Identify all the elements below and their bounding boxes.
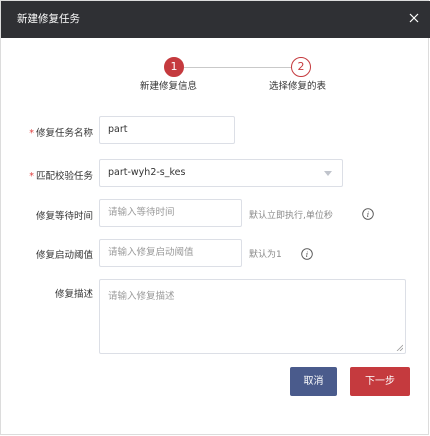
check-task-label: * 匹配校验任务 (29, 171, 93, 182)
resize-handle-icon[interactable] (396, 344, 403, 351)
wait-time-input[interactable]: 请输入等待时间 (99, 199, 242, 227)
info-icon[interactable]: i (362, 208, 374, 220)
new-repair-task-dialog: 新建修复任务 1 2 新建修复信息 选择修复的表 * 修复任务名称 part * 匹… (0, 0, 430, 435)
threshold-hint: 默认为1 (249, 250, 282, 260)
step-connector (184, 67, 291, 68)
required-mark: * (29, 128, 34, 139)
threshold-label: 修复启动阈值 (35, 250, 93, 261)
cancel-button[interactable]: 取消 (290, 367, 337, 396)
threshold-input[interactable]: 请输入修复启动阈值 (99, 239, 242, 267)
wait-time-hint: 默认立即执行,单位秒 (249, 211, 333, 221)
wait-time-placeholder: 请输入等待时间 (108, 207, 175, 218)
required-mark: * (29, 171, 34, 182)
task-name-value: part (108, 124, 128, 135)
task-name-label: * 修复任务名称 (29, 128, 93, 139)
description-textarea[interactable]: 请输入修复描述 (99, 279, 406, 354)
check-task-select[interactable]: part-wyh2-s_kes (99, 159, 343, 187)
description-label: 修复描述 (54, 289, 93, 300)
step-1-indicator: 1 (164, 57, 184, 77)
threshold-placeholder: 请输入修复启动阈值 (108, 247, 194, 258)
svg-text:i: i (306, 250, 309, 259)
wait-time-label: 修复等待时间 (35, 211, 93, 222)
close-icon[interactable] (407, 11, 421, 25)
step-2-indicator: 2 (291, 57, 311, 77)
dialog-header: 新建修复任务 (1, 1, 430, 38)
task-name-input[interactable]: part (99, 116, 235, 144)
description-placeholder: 请输入修复描述 (108, 291, 175, 302)
next-step-button[interactable]: 下一步 (350, 367, 410, 396)
check-task-value: part-wyh2-s_kes (108, 167, 186, 178)
info-icon[interactable]: i (301, 248, 313, 260)
svg-text:i: i (367, 210, 370, 219)
step-1-label: 新建修复信息 (140, 81, 198, 92)
step-2-label: 选择修复的表 (269, 81, 327, 92)
chevron-down-icon (324, 171, 332, 177)
dialog-title: 新建修复任务 (17, 13, 80, 25)
